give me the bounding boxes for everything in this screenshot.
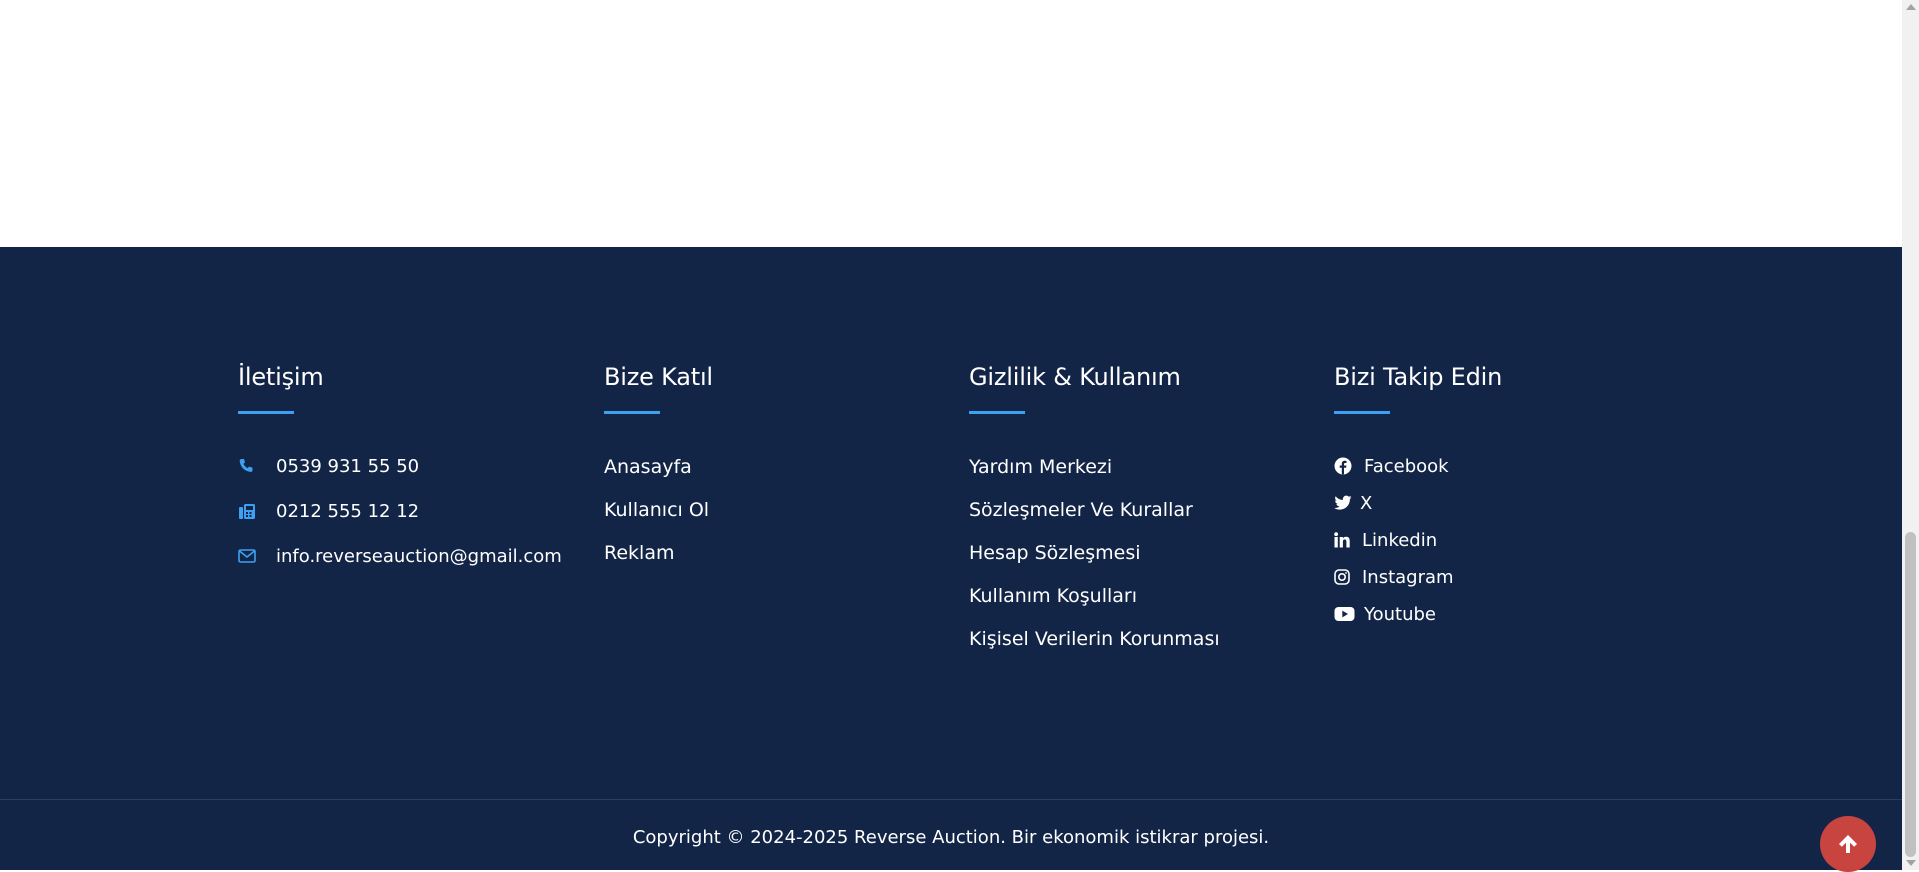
phone-icon [238,458,276,474]
social-youtube[interactable]: Youtube [1334,602,1502,626]
social-linkedin-text: Linkedin [1362,529,1438,551]
arrow-up-icon [1837,833,1859,855]
social-youtube-text: Youtube [1364,603,1436,625]
contact-fax: 0212 555 12 12 [238,499,562,523]
contact-fax-text: 0212 555 12 12 [276,500,420,522]
link-anasayfa[interactable]: Anasayfa [604,455,713,479]
join-title: Bize Katıl [604,363,713,391]
twitter-icon [1334,495,1360,511]
privacy-title-underline [969,411,1025,414]
envelope-icon [238,548,276,564]
link-kullanici-ol[interactable]: Kullanıcı Ol [604,498,713,522]
page-content-area [0,0,1902,247]
social-linkedin[interactable]: Linkedin [1334,528,1502,552]
scrollbar-up-arrow[interactable] [1906,4,1916,10]
fax-icon [238,502,276,520]
scrollbar-down-arrow[interactable] [1906,860,1916,866]
linkedin-icon [1334,532,1362,548]
footer-contact-column: İletişim 0539 931 55 50 0212 555 12 12 i… [238,362,562,568]
link-reklam[interactable]: Reklam [604,541,713,565]
follow-title: Bizi Takip Edin [1334,363,1503,391]
footer-join-column: Bize Katıl Anasayfa Kullanıcı Ol Reklam [604,362,713,565]
contact-title-underline [238,411,294,414]
contact-email-text: info.reverseauction@gmail.com [276,545,562,567]
youtube-icon [1334,606,1364,622]
privacy-title: Gizlilik & Kullanım [969,363,1181,391]
social-instagram-text: Instagram [1362,566,1454,588]
footer-privacy-column: Gizlilik & Kullanım Yardım Merkezi Sözle… [969,362,1220,651]
social-x[interactable]: X [1334,491,1502,515]
link-sozlesmeler[interactable]: Sözleşmeler Ve Kurallar [969,498,1220,522]
contact-phone-text: 0539 931 55 50 [276,455,420,477]
contact-title: İletişim [238,363,324,391]
link-yardim-merkezi[interactable]: Yardım Merkezi [969,455,1220,479]
link-hesap-sozlesmesi[interactable]: Hesap Sözleşmesi [969,541,1220,565]
vertical-scrollbar[interactable] [1902,0,1919,870]
link-kisisel-veriler[interactable]: Kişisel Verilerin Korunması [969,627,1220,651]
scroll-to-top-button[interactable] [1820,816,1876,872]
footer-divider [0,799,1902,800]
social-facebook[interactable]: Facebook [1334,454,1502,478]
social-facebook-text: Facebook [1364,455,1449,477]
follow-title-underline [1334,411,1390,414]
contact-email: info.reverseauction@gmail.com [238,544,562,568]
scrollbar-thumb[interactable] [1905,532,1916,857]
footer-follow-column: Bizi Takip Edin Facebook X Linkedin Inst [1334,362,1502,626]
instagram-icon [1334,569,1362,585]
contact-phone: 0539 931 55 50 [238,454,562,478]
footer: İletişim 0539 931 55 50 0212 555 12 12 i… [0,247,1902,870]
link-kullanim-kosullari[interactable]: Kullanım Koşulları [969,584,1220,608]
social-x-text: X [1360,492,1373,514]
join-title-underline [604,411,660,414]
copyright-text: Copyright © 2024-2025 Reverse Auction. B… [632,827,1270,848]
social-instagram[interactable]: Instagram [1334,565,1502,589]
facebook-icon [1334,457,1364,475]
